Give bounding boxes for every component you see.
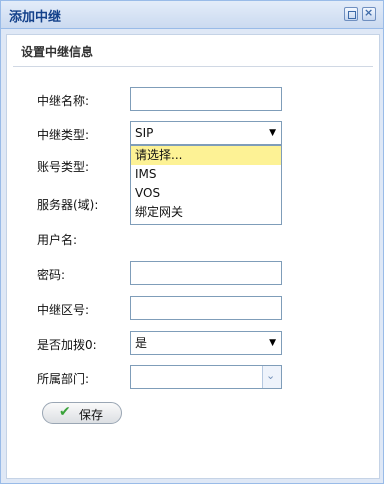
- save-button[interactable]: ✔ 保存: [42, 402, 122, 424]
- maximize-icon: [348, 11, 356, 19]
- relay-type-select[interactable]: SIP ▼: [130, 121, 282, 145]
- server-domain-label: 服务器(域):: [37, 198, 99, 212]
- department-trigger[interactable]: ⌄: [262, 366, 281, 388]
- chevron-down-icon: ⌄: [266, 369, 276, 382]
- title-bar: 添加中继 ×: [1, 1, 383, 29]
- area-code-input[interactable]: [130, 296, 282, 320]
- prefix-zero-value: 是: [135, 336, 148, 350]
- dropdown-option[interactable]: 绑定网关: [131, 203, 281, 222]
- department-combo[interactable]: ⌄: [130, 365, 282, 389]
- relay-type-label: 中继类型:: [37, 128, 90, 142]
- dropdown-option[interactable]: 请选择...: [131, 146, 281, 165]
- dropdown-arrow-icon: ▼: [269, 338, 276, 348]
- checkmark-icon: ✔: [59, 404, 71, 420]
- relay-type-value: SIP: [135, 126, 154, 140]
- account-type-label: 账号类型:: [37, 160, 90, 174]
- area-code-label: 中继区号:: [37, 303, 90, 317]
- maximize-button[interactable]: [344, 7, 358, 21]
- dropdown-option[interactable]: VOS: [131, 184, 281, 203]
- account-type-dropdown-list: 请选择... IMS VOS 绑定网关: [130, 145, 282, 225]
- save-label: 保存: [79, 408, 104, 422]
- password-input[interactable]: [130, 261, 282, 285]
- panel-title: 设置中继信息: [21, 45, 94, 59]
- prefix-zero-label: 是否加拨0:: [37, 338, 97, 352]
- dropdown-arrow-icon: ▼: [269, 128, 276, 138]
- window-title: 添加中继: [9, 10, 62, 25]
- close-button[interactable]: ×: [362, 6, 376, 21]
- dropdown-option[interactable]: IMS: [131, 165, 281, 184]
- relay-name-label: 中继名称:: [37, 94, 90, 108]
- close-icon: ×: [364, 6, 374, 19]
- panel-divider: [13, 66, 373, 67]
- prefix-zero-select[interactable]: 是 ▼: [130, 331, 282, 355]
- relay-name-input[interactable]: [130, 87, 282, 111]
- password-label: 密码:: [37, 268, 66, 282]
- username-label: 用户名:: [37, 233, 78, 247]
- department-label: 所属部门:: [37, 372, 90, 386]
